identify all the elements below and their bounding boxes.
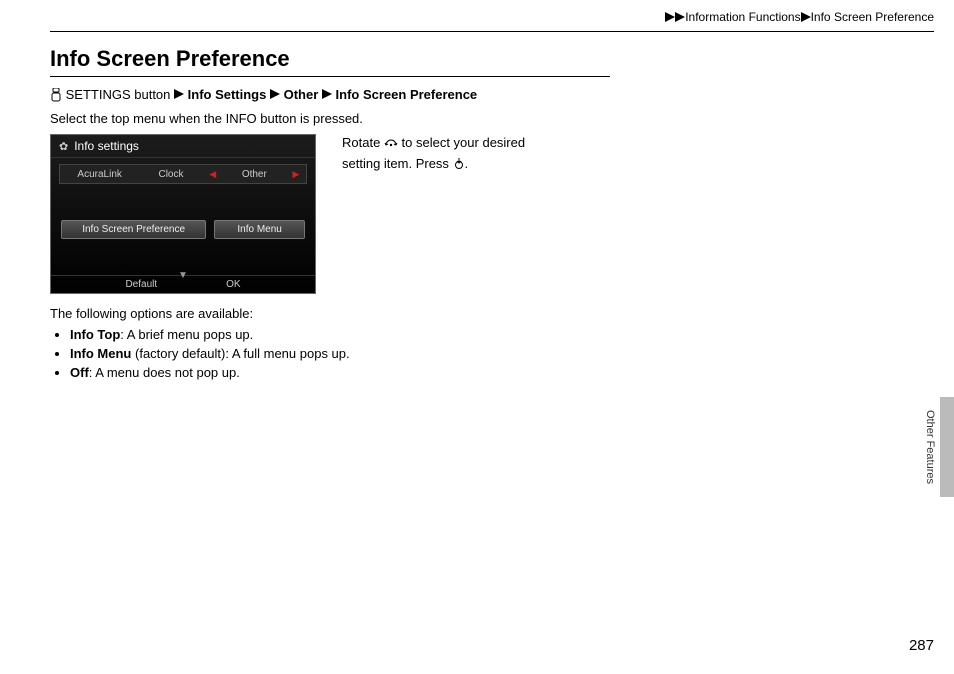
screenshot-footer: ▼ Default OK (51, 275, 315, 293)
option-name: Info Top (70, 327, 120, 342)
breadcrumb-arrow-icon (801, 11, 811, 25)
nav-settings: SETTINGS button (66, 87, 171, 102)
options-intro: The following options are available: (50, 306, 934, 321)
instruct-part1: Rotate (342, 135, 384, 150)
nav-step1: Info Settings (188, 87, 267, 102)
nav-arrow-icon (322, 87, 332, 102)
section-label: Other Features (924, 410, 936, 484)
screenshot-ok-button: OK (226, 279, 240, 290)
chevron-left-icon: ◀ (207, 169, 219, 180)
screenshot-title: Info settings (74, 139, 139, 153)
options-list: Info Top: A brief menu pops up. Info Men… (54, 327, 934, 380)
nav-path: SETTINGS button Info Settings Other Info… (50, 87, 934, 105)
screenshot-tab: AcuraLink (64, 169, 135, 180)
breadcrumb-section: Information Functions (685, 10, 800, 24)
list-item: Info Menu (factory default): A full menu… (70, 346, 934, 361)
breadcrumb-page: Info Screen Preference (811, 10, 934, 24)
chevron-down-icon: ▼ (178, 270, 188, 281)
option-name: Info Menu (70, 346, 131, 361)
chevron-right-icon: ▶ (290, 169, 302, 180)
screenshot-tab: Clock (135, 169, 206, 180)
settings-button-icon (50, 88, 62, 105)
instruction-text: Rotate to select your desired setting it… (342, 134, 552, 176)
page-header: Information Functions Info Screen Prefere… (50, 0, 934, 32)
section-tab (940, 397, 954, 497)
nav-step3: Info Screen Preference (336, 87, 478, 102)
screenshot-tabs: AcuraLink Clock ◀ Other ▶ (59, 164, 307, 184)
list-item: Info Top: A brief menu pops up. (70, 327, 934, 342)
rotate-dial-icon (384, 136, 398, 155)
screenshot-option-button: Info Menu (214, 220, 305, 239)
page-title: Info Screen Preference (50, 46, 610, 77)
nav-arrow-icon (174, 87, 184, 102)
option-desc: : A menu does not pop up. (89, 365, 240, 380)
screenshot-option-button: Info Screen Preference (61, 220, 206, 239)
press-button-icon (453, 157, 465, 176)
option-desc: (factory default): A full menu pops up. (131, 346, 349, 361)
intro-text: Select the top menu when the INFO button… (50, 111, 934, 126)
option-name: Off (70, 365, 89, 380)
gear-icon: ✿ (59, 140, 68, 153)
device-screenshot: ✿ Info settings AcuraLink Clock ◀ Other … (50, 134, 316, 294)
list-item: Off: A menu does not pop up. (70, 365, 934, 380)
nav-arrow-icon (270, 87, 280, 102)
screenshot-titlebar: ✿ Info settings (51, 135, 315, 158)
nav-step2: Other (284, 87, 319, 102)
page-number: 287 (909, 637, 934, 654)
screenshot-tab: Other (219, 169, 290, 180)
option-desc: : A brief menu pops up. (120, 327, 253, 342)
screenshot-default-button: Default (125, 279, 157, 290)
breadcrumb-arrow-icon (665, 11, 685, 25)
instruct-part3: . (465, 156, 469, 171)
